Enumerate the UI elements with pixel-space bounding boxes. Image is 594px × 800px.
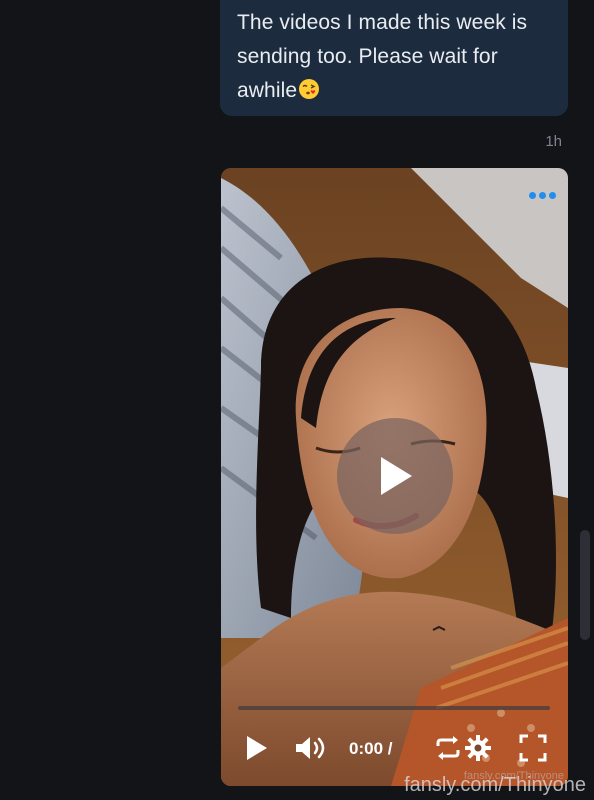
- message-text: The videos I made this week is sending t…: [237, 11, 528, 102]
- message-timestamp: 1h: [545, 133, 562, 150]
- play-icon: [381, 457, 412, 495]
- page-watermark: fansly.com/Thinyone: [404, 774, 586, 796]
- loop-icon[interactable]: [434, 734, 462, 762]
- video-player[interactable]: 0:00 / fansly.com/Thinyone: [221, 168, 568, 786]
- more-options-icon[interactable]: [529, 192, 556, 199]
- play-overlay-button[interactable]: [337, 418, 453, 534]
- chat-page: The videos I made this week is sending t…: [0, 0, 594, 800]
- kissing-face-emoji-icon: [299, 79, 320, 99]
- video-controls: 0:00 /: [221, 728, 568, 768]
- settings-icon[interactable]: [464, 734, 492, 762]
- play-icon[interactable]: [245, 734, 269, 762]
- fullscreen-icon[interactable]: [519, 734, 547, 762]
- video-progress-bar[interactable]: [238, 706, 550, 710]
- message-bubble: The videos I made this week is sending t…: [220, 0, 568, 116]
- video-timecode: 0:00 /: [349, 739, 393, 758]
- scrollbar-thumb[interactable]: [580, 530, 590, 640]
- volume-icon[interactable]: [294, 734, 328, 762]
